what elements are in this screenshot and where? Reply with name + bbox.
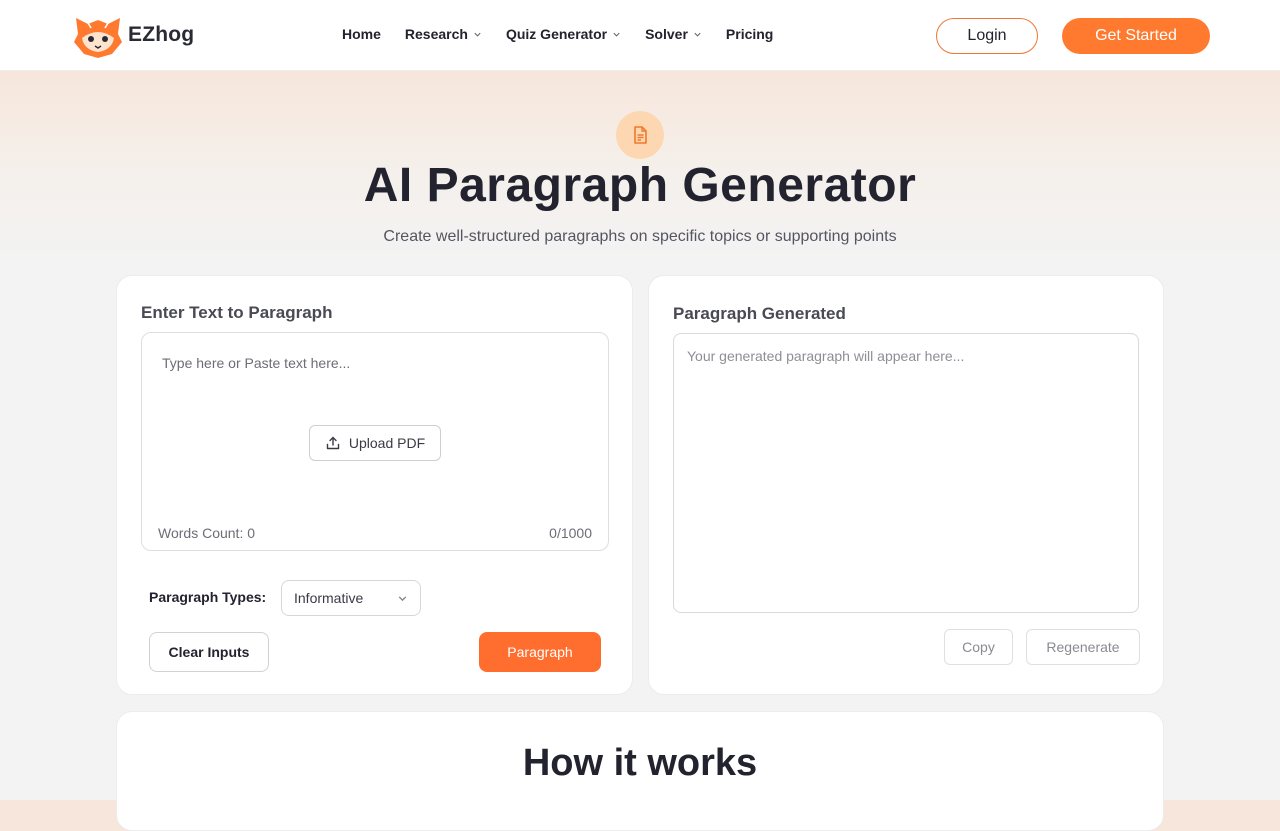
page-title: AI Paragraph Generator [363, 159, 917, 212]
input-panel: Enter Text to Paragraph Type here or Pas… [116, 275, 633, 695]
nav-research[interactable]: Research [405, 26, 482, 42]
nav-pricing[interactable]: Pricing [726, 26, 773, 42]
nav-solver[interactable]: Solver [645, 26, 702, 42]
paragraph-type-value: Informative [294, 590, 364, 606]
page-subtitle: Create well-structured paragraphs on spe… [383, 228, 897, 245]
nav-pricing-label: Pricing [725, 26, 774, 42]
how-it-works-section: How it works [116, 711, 1164, 831]
brand-logo[interactable]: EZhog [72, 12, 194, 58]
nav-home[interactable]: Home [342, 26, 381, 42]
nav-research-label: Research [404, 26, 468, 42]
how-it-works-title: How it works [522, 742, 758, 784]
output-panel-title: Paragraph Generated [673, 304, 846, 323]
nav-solver-label: Solver [645, 26, 688, 42]
generated-paragraph-placeholder: Your generated paragraph will appear her… [687, 348, 965, 364]
chevron-down-icon [398, 596, 407, 602]
chevron-down-icon [694, 32, 701, 37]
upload-pdf-label: Upload PDF [348, 435, 426, 451]
paragraph-types-label: Paragraph Types: [149, 589, 267, 605]
text-input-area[interactable]: Type here or Paste text here... Upload P… [141, 332, 609, 551]
chevron-down-icon [474, 32, 481, 37]
document-icon [616, 111, 664, 159]
paragraph-type-select[interactable]: Informative [281, 580, 421, 616]
get-started-button[interactable]: Get Started [1062, 18, 1210, 54]
login-button[interactable]: Login [936, 18, 1038, 54]
upload-pdf-button[interactable]: Upload PDF [309, 425, 441, 461]
brand-name: EZhog [128, 23, 195, 46]
upload-icon [326, 436, 340, 450]
output-panel: Paragraph Generated Your generated parag… [648, 275, 1164, 695]
nav-quiz-generator[interactable]: Quiz Generator [506, 26, 621, 42]
main-nav: Home Research Quiz Generator Solver Pric… [342, 26, 797, 42]
fox-logo-icon [74, 18, 122, 58]
nav-home-label: Home [342, 26, 381, 42]
clear-inputs-button[interactable]: Clear Inputs [149, 632, 269, 672]
top-header: EZhog Home Research Quiz Generator Solve… [0, 0, 1280, 71]
regenerate-button[interactable]: Regenerate [1026, 629, 1140, 665]
text-input-placeholder: Type here or Paste text here... [162, 355, 351, 371]
words-count: Words Count: 0 [158, 525, 256, 541]
input-panel-title: Enter Text to Paragraph [141, 303, 333, 322]
chevron-down-icon [613, 32, 620, 37]
generated-paragraph-area[interactable]: Your generated paragraph will appear her… [673, 333, 1139, 613]
generate-paragraph-button[interactable]: Paragraph [479, 632, 601, 672]
character-count: 0/1000 [549, 525, 592, 541]
nav-quiz-generator-label: Quiz Generator [505, 26, 608, 42]
copy-button[interactable]: Copy [944, 629, 1013, 665]
